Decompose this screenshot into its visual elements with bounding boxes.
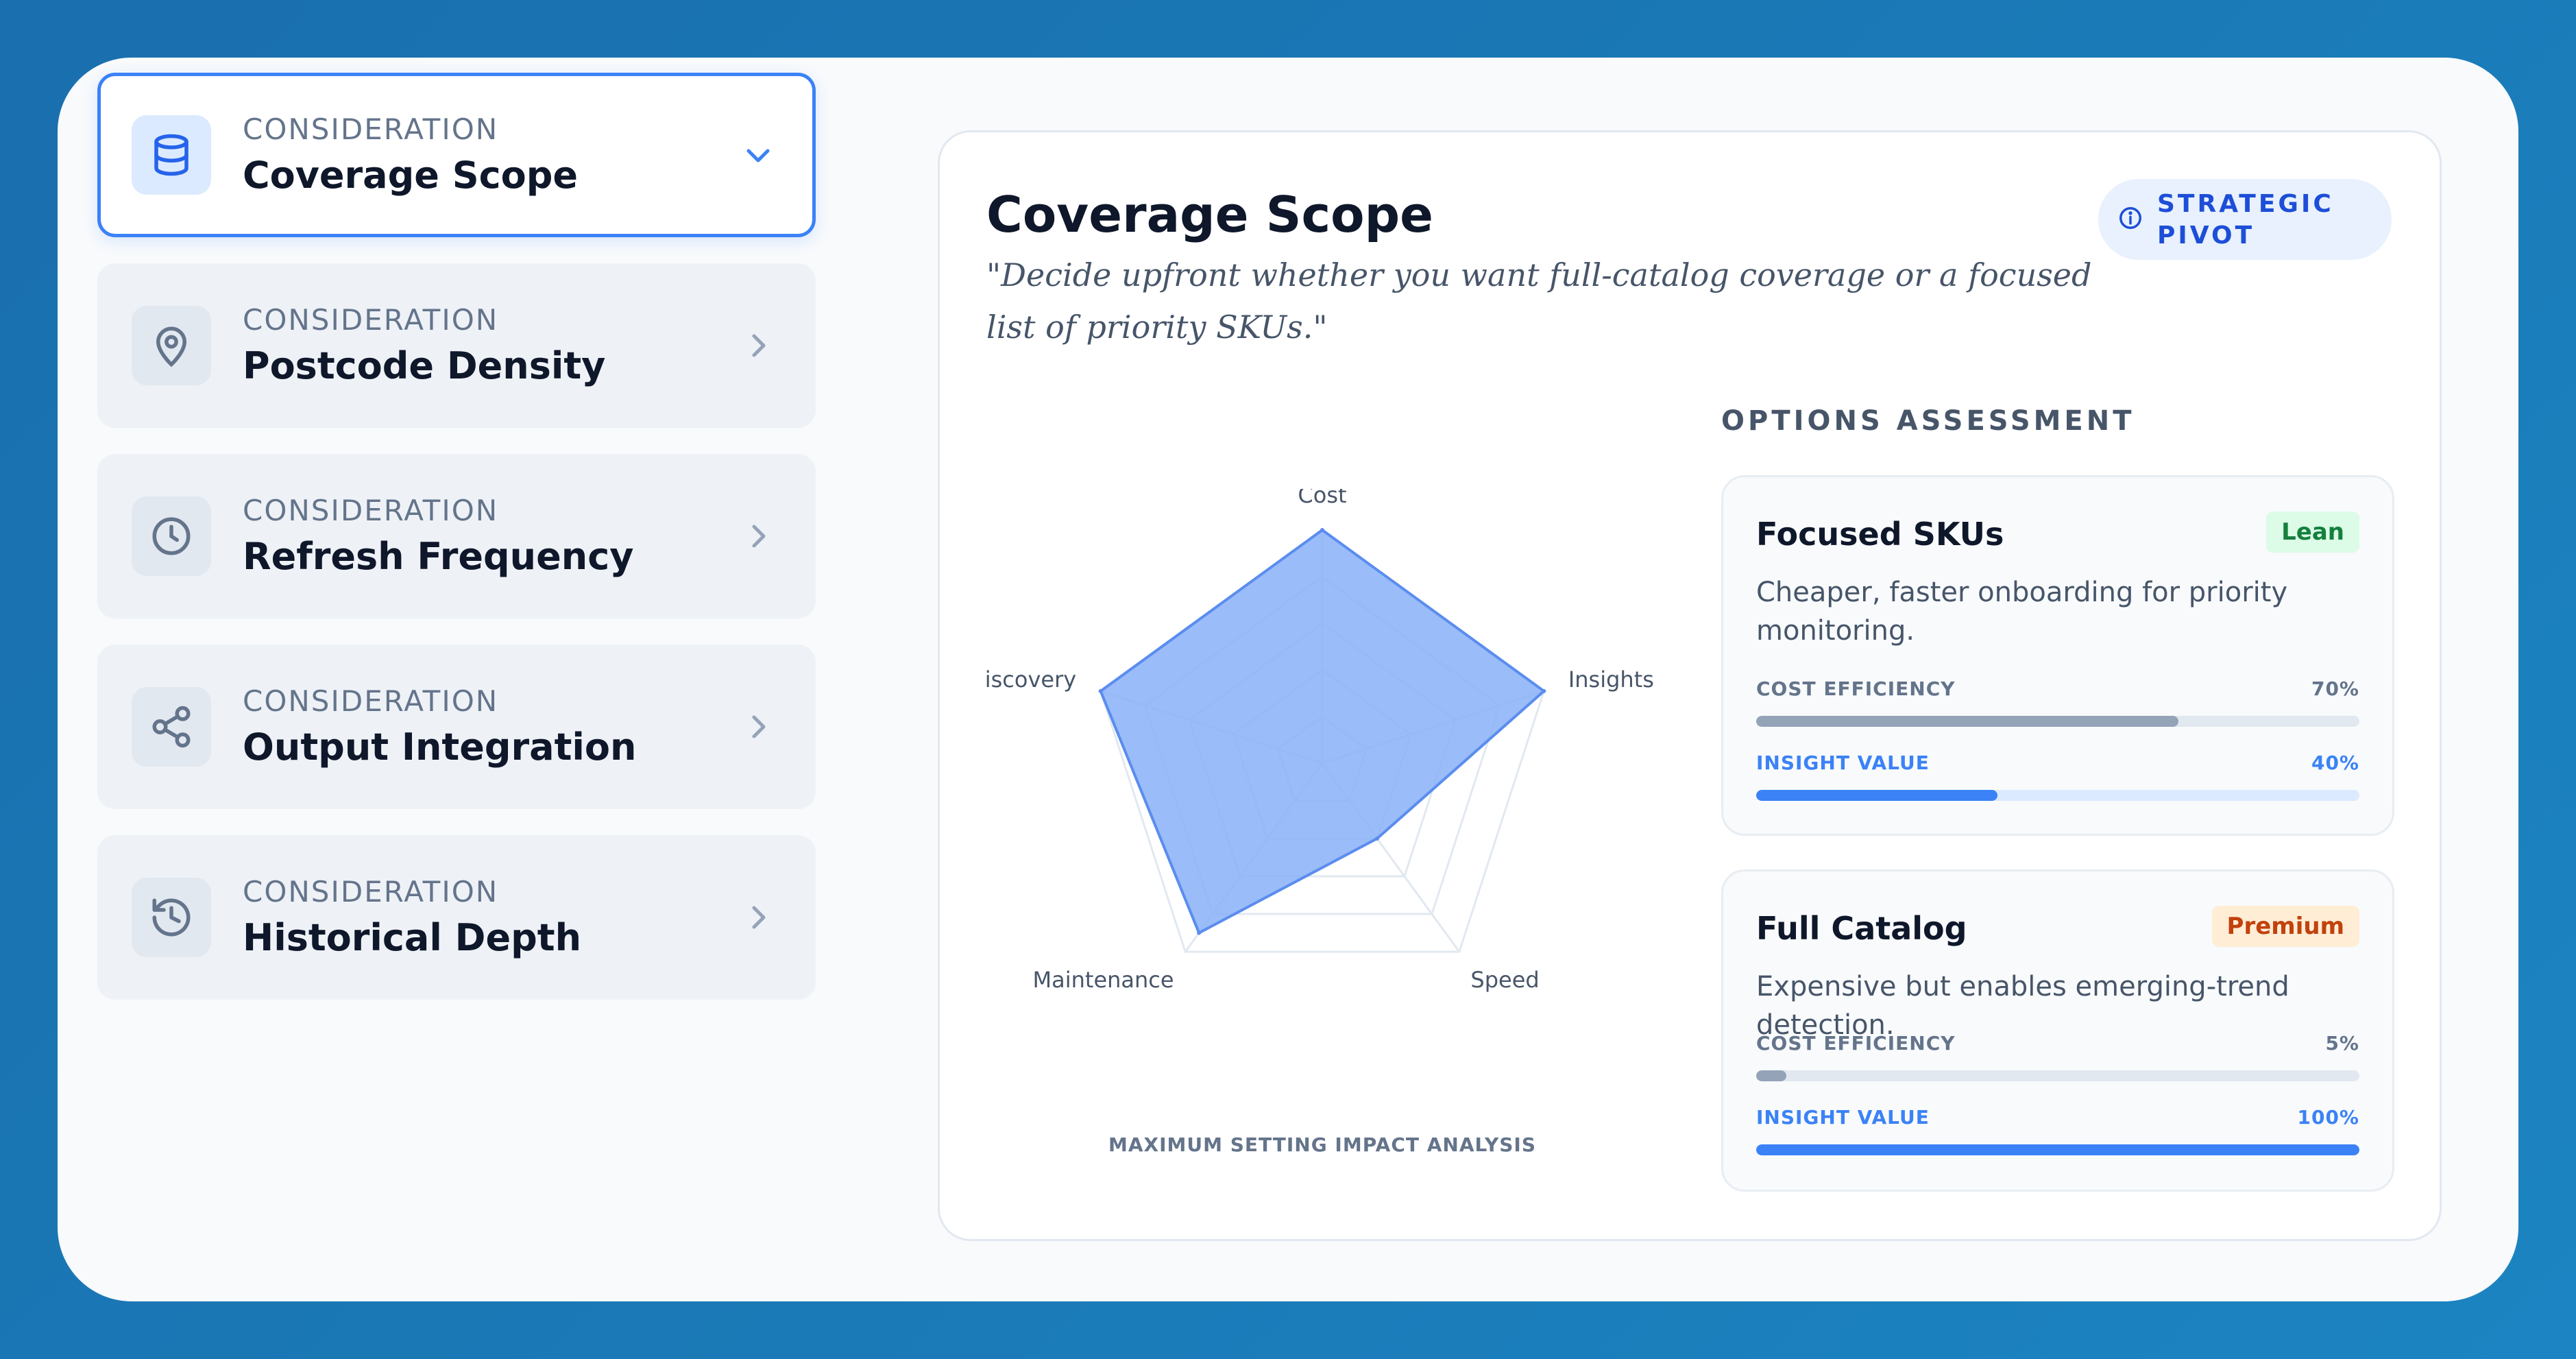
metric-label: INSIGHT VALUE bbox=[1756, 751, 1930, 774]
option-name: Full Catalog bbox=[1756, 910, 1967, 947]
metric-label: COST EFFICIENCY bbox=[1756, 1032, 1956, 1055]
progress-fill bbox=[1756, 1070, 1786, 1081]
radar-data-point bbox=[1374, 837, 1379, 841]
share-icon bbox=[132, 687, 211, 767]
radar-data-point bbox=[1197, 930, 1202, 935]
sidebar-item-historical-depth[interactable]: CONSIDERATION Historical Depth bbox=[97, 835, 816, 1000]
progress-fill bbox=[1756, 790, 1997, 801]
sidebar-item-postcode-density[interactable]: CONSIDERATION Postcode Density bbox=[97, 263, 816, 428]
metric-value: 100% bbox=[2297, 1106, 2359, 1129]
chevron-right-icon bbox=[752, 906, 766, 929]
sidebar-item-kicker: CONSIDERATION bbox=[243, 494, 499, 527]
sidebar-item-kicker: CONSIDERATION bbox=[243, 684, 499, 718]
detail-panel: Coverage Scope "Decide upfront whether y… bbox=[938, 130, 2442, 1241]
clock-icon bbox=[132, 496, 211, 576]
chevron-right-icon bbox=[752, 334, 766, 357]
database-icon bbox=[132, 115, 211, 195]
sidebar-item-label: Historical Depth bbox=[243, 916, 582, 959]
chevron-down-icon bbox=[746, 149, 770, 163]
radar-axis-label: Maintenance bbox=[1033, 967, 1174, 993]
chevron-right-icon bbox=[752, 715, 766, 738]
option-tag: Premium bbox=[2211, 906, 2359, 947]
consideration-quote: "Decide upfront whether you want full-ca… bbox=[986, 256, 2092, 346]
progress-track bbox=[1756, 716, 2359, 727]
radar-axis-label: Discovery bbox=[986, 666, 1076, 693]
progress-fill bbox=[1756, 716, 2178, 727]
metric-value: 5% bbox=[2325, 1032, 2359, 1055]
radar-axis-label: Cost bbox=[1298, 489, 1346, 508]
radar-data-point bbox=[1098, 688, 1103, 693]
sidebar-item-kicker: CONSIDERATION bbox=[243, 303, 499, 337]
history-icon bbox=[132, 878, 211, 957]
option-name: Focused SKUs bbox=[1756, 516, 2004, 553]
strategic-pivot-badge: STRATEGIC PIVOT bbox=[2098, 179, 2392, 260]
radar-chart: Cost Insights Speed Maintenance Discovery bbox=[986, 489, 1654, 993]
progress-track bbox=[1756, 790, 2359, 801]
radar-axis-label: Insights bbox=[1568, 666, 1654, 693]
metric-value: 40% bbox=[2311, 751, 2359, 774]
progress-track bbox=[1756, 1144, 2359, 1155]
progress-track bbox=[1756, 1070, 2359, 1081]
sidebar-item-kicker: CONSIDERATION bbox=[243, 112, 499, 146]
radar-caption: MAXIMUM SETTING IMPACT ANALYSIS bbox=[1108, 1133, 1537, 1156]
badge-label: STRATEGIC PIVOT bbox=[2157, 190, 2334, 250]
option-card-focused-skus[interactable]: Focused SKUs Lean Cheaper, faster onboar… bbox=[1721, 475, 2394, 836]
options-heading: OPTIONS ASSESSMENT bbox=[1721, 405, 2135, 437]
sidebar-item-kicker: CONSIDERATION bbox=[243, 875, 499, 909]
option-card-full-catalog[interactable]: Full Catalog Premium Expensive but enabl… bbox=[1721, 869, 2394, 1192]
chevron-right-icon bbox=[752, 525, 766, 548]
metric-label: INSIGHT VALUE bbox=[1756, 1106, 1930, 1129]
consideration-sidebar: CONSIDERATION Coverage Scope CONSIDERATI… bbox=[97, 73, 816, 1026]
radar-axis-label: Speed bbox=[1470, 967, 1539, 993]
radar-data-point bbox=[1320, 528, 1324, 532]
sidebar-item-label: Coverage Scope bbox=[243, 154, 578, 197]
progress-fill bbox=[1756, 1144, 2359, 1155]
radar-data-area bbox=[1099, 528, 1546, 935]
sidebar-item-label: Refresh Frequency bbox=[243, 535, 634, 578]
sidebar-item-label: Postcode Density bbox=[243, 344, 606, 387]
radar-data-point bbox=[1542, 688, 1546, 693]
metric-value: 70% bbox=[2311, 677, 2359, 700]
map-pin-icon bbox=[132, 306, 211, 385]
info-icon bbox=[2119, 207, 2141, 229]
option-description: Cheaper, faster onboarding for priority … bbox=[1756, 577, 2288, 647]
metric-label: COST EFFICIENCY bbox=[1756, 677, 1956, 700]
sidebar-item-label: Output Integration bbox=[243, 725, 637, 769]
option-tag: Lean bbox=[2266, 512, 2359, 553]
sidebar-item-refresh-frequency[interactable]: CONSIDERATION Refresh Frequency bbox=[97, 454, 816, 618]
sidebar-item-coverage-scope[interactable]: CONSIDERATION Coverage Scope bbox=[97, 73, 816, 237]
sidebar-item-output-integration[interactable]: CONSIDERATION Output Integration bbox=[97, 645, 816, 809]
page-title: Coverage Scope bbox=[986, 186, 1433, 243]
